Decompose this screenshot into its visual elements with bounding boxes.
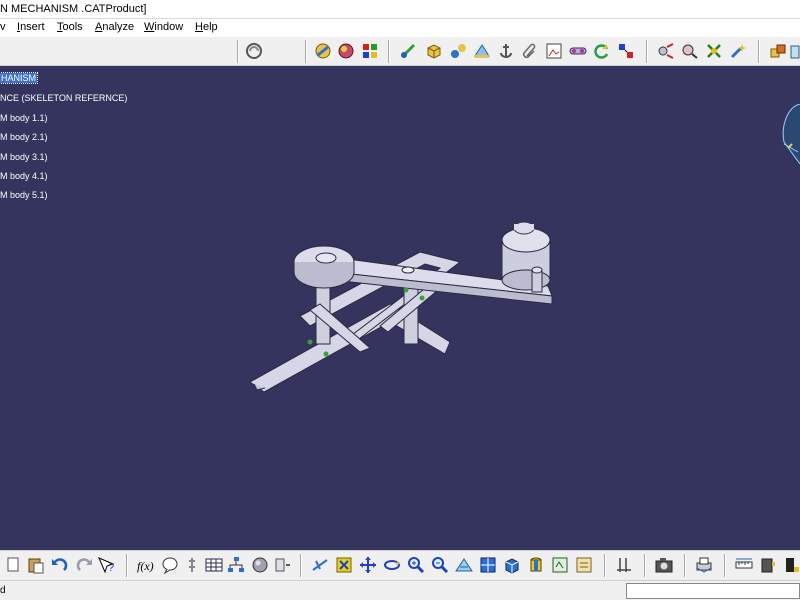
assembly-more-icon[interactable] <box>790 41 800 61</box>
pan-icon[interactable] <box>358 555 378 575</box>
toolbar-separator <box>388 40 390 63</box>
hide-show-icon[interactable] <box>550 555 570 575</box>
compass-icon[interactable] <box>448 41 468 61</box>
snap-icon[interactable] <box>680 41 700 61</box>
toolbar-separator <box>305 40 307 63</box>
menu-tools[interactable]: Tools <box>57 21 83 33</box>
clash-icon[interactable] <box>704 41 724 61</box>
toolbar-separator <box>758 40 760 63</box>
explode-icon[interactable] <box>656 41 676 61</box>
paste-icon[interactable] <box>26 555 46 575</box>
fly-icon[interactable] <box>310 555 330 575</box>
part-icon[interactable] <box>424 41 444 61</box>
shape-icon[interactable] <box>272 555 292 575</box>
status-text: d <box>0 585 6 596</box>
catalog-icon[interactable] <box>472 41 492 61</box>
zoom-out-icon[interactable] <box>430 555 450 575</box>
mechanism-model[interactable] <box>240 214 560 404</box>
material-icon[interactable] <box>336 41 356 61</box>
command-input[interactable] <box>626 583 800 599</box>
assembly-icon[interactable] <box>768 41 788 61</box>
print-icon[interactable] <box>694 555 714 575</box>
color-icon[interactable] <box>360 41 380 61</box>
toolbar-separator <box>646 40 648 63</box>
bottom-toolbar: ? f(x) <box>0 550 800 580</box>
tree-item-body-1[interactable]: M body 1.1) <box>0 113 48 123</box>
tree-item-body-2[interactable]: M body 2.1) <box>0 132 48 142</box>
render-icon[interactable] <box>526 555 546 575</box>
tree-item-body-3[interactable]: M body 3.1) <box>0 152 48 162</box>
formula-icon[interactable]: f(x) <box>136 555 156 575</box>
menu-help[interactable]: Help <box>195 21 218 33</box>
measure-icon[interactable] <box>614 555 634 575</box>
toolbar-separator <box>237 40 239 63</box>
status-bar: d <box>0 580 800 600</box>
toolbar-separator <box>604 554 606 577</box>
tree-icon[interactable] <box>226 555 246 575</box>
swap-icon[interactable] <box>574 555 594 575</box>
undo-icon[interactable] <box>50 555 70 575</box>
cube-view-icon[interactable] <box>502 555 522 575</box>
menu-view-partial[interactable]: v <box>0 21 6 33</box>
menu-analyze[interactable]: Analyze <box>95 21 134 33</box>
iso-view-icon[interactable] <box>478 555 498 575</box>
normal-view-icon[interactable] <box>454 555 474 575</box>
menu-window[interactable]: Window <box>144 21 183 33</box>
comment-icon[interactable] <box>160 555 180 575</box>
svg-text:f(x): f(x) <box>137 559 154 573</box>
sphere-icon[interactable] <box>250 555 270 575</box>
rotate-icon[interactable] <box>382 555 402 575</box>
svg-text:?: ? <box>108 562 114 574</box>
fix-together-icon[interactable] <box>568 41 588 61</box>
product-icon[interactable] <box>313 41 333 61</box>
tree-item-body-5[interactable]: M body 5.1) <box>0 190 48 200</box>
toolbar-separator <box>126 554 128 577</box>
toolbar-separator <box>684 554 686 577</box>
tree-item-skeleton[interactable]: NCE (SKELETON REFERNCE) <box>0 93 127 103</box>
toolbar-separator <box>724 554 726 577</box>
snapshot-icon[interactable] <box>544 41 564 61</box>
capture-icon[interactable] <box>654 555 674 575</box>
ruler-icon[interactable] <box>734 555 754 575</box>
window-title: N MECHANISM .CATProduct] <box>0 3 147 15</box>
paperclip-icon[interactable] <box>520 41 540 61</box>
compass-widget[interactable] <box>780 104 800 170</box>
anchor-icon[interactable] <box>496 41 516 61</box>
copy-icon[interactable] <box>4 555 24 575</box>
phone-icon[interactable] <box>782 555 800 575</box>
title-bar: N MECHANISM .CATProduct] <box>0 0 800 19</box>
tree-root[interactable]: HANISM <box>0 72 39 84</box>
top-toolbar <box>0 37 800 66</box>
fit-all-icon[interactable] <box>334 555 354 575</box>
constraint-icon[interactable] <box>616 41 636 61</box>
tree-item-body-4[interactable]: M body 4.1) <box>0 171 48 181</box>
menu-bar: v Insert Tools Analyze Window Help <box>0 19 800 37</box>
3d-viewport[interactable]: HANISM NCE (SKELETON REFERNCE) M body 1.… <box>0 66 800 550</box>
whats-this-icon[interactable]: ? <box>96 555 116 575</box>
wand-icon[interactable] <box>728 41 748 61</box>
tools-icon[interactable] <box>758 555 778 575</box>
refresh-icon[interactable] <box>592 41 612 61</box>
selection-cycle-icon[interactable] <box>244 41 264 61</box>
redo-icon[interactable] <box>74 555 94 575</box>
table-icon[interactable] <box>204 555 224 575</box>
toolbar-separator <box>300 554 302 577</box>
menu-insert[interactable]: Insert <box>17 21 45 33</box>
scene-icon[interactable] <box>398 41 418 61</box>
zoom-in-icon[interactable] <box>406 555 426 575</box>
knowledge-icon[interactable] <box>182 555 202 575</box>
toolbar-separator <box>644 554 646 577</box>
